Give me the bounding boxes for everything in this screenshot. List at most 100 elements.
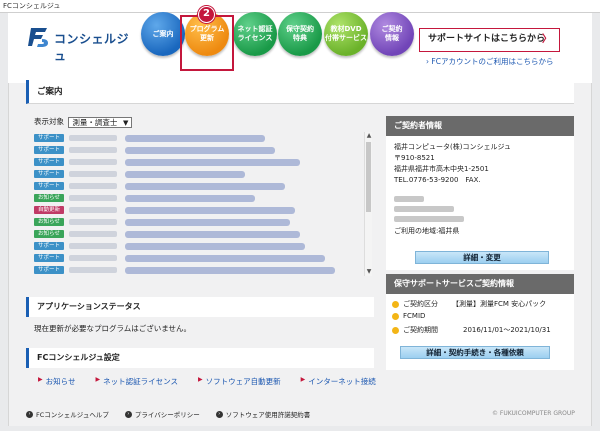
nav-maintenance-benefit-button[interactable]: 保守契約 特典 bbox=[278, 12, 322, 56]
maintenance-label: ご契約期間 bbox=[403, 326, 438, 334]
bullet-icon bbox=[392, 312, 399, 320]
redacted-title bbox=[125, 266, 335, 274]
customer-details: 福井コンピュータ(株)コンシェルジュ 〒910-8521 福井県福井市高木中央1… bbox=[386, 136, 574, 243]
news-tag: サポート bbox=[34, 242, 64, 250]
chevron-right-icon: › bbox=[426, 57, 429, 66]
triangle-right-icon: ▶ bbox=[95, 376, 101, 383]
redacted-date bbox=[69, 207, 117, 213]
redacted-title bbox=[125, 194, 255, 202]
scroll-up-icon[interactable]: ▲ bbox=[365, 132, 373, 140]
customer-zip: 〒910-8521 bbox=[394, 154, 435, 162]
news-tag: サポート bbox=[34, 170, 64, 178]
redacted-date bbox=[69, 267, 117, 273]
nav-contract-info-button[interactable]: ご契約 情報 bbox=[370, 12, 414, 56]
redacted-title bbox=[125, 170, 245, 178]
redacted-date bbox=[69, 147, 117, 153]
news-tag: お知らせ bbox=[34, 230, 64, 238]
redacted-title bbox=[125, 206, 295, 214]
filter-bar: 表示対象 測量・調査士 ▼ bbox=[34, 116, 133, 128]
redacted-title bbox=[125, 134, 265, 142]
customer-change-button[interactable]: 詳細・変更 bbox=[415, 251, 549, 264]
news-scrollbar[interactable]: ▲ ▼ bbox=[364, 132, 372, 276]
news-item[interactable]: サポート bbox=[34, 144, 362, 156]
nav-net-license-button[interactable]: ネット認証 ライセンス bbox=[233, 12, 277, 56]
nav-dvd-service-button[interactable]: 教材DVD 付帯サービス bbox=[324, 12, 368, 56]
news-item[interactable]: サポート bbox=[34, 132, 362, 144]
filter-select-value: 測量・調査士 bbox=[72, 117, 118, 127]
guide-section-title: ご案内 bbox=[26, 80, 574, 104]
customer-company: 福井コンピュータ(株)コンシェルジュ bbox=[394, 143, 511, 151]
bullet-icon bbox=[392, 326, 399, 334]
customer-tel: TEL.0776-53-9200 FAX. bbox=[394, 176, 481, 184]
redacted-date bbox=[69, 135, 117, 141]
triangle-right-icon: ▶ bbox=[300, 376, 306, 383]
redacted-text bbox=[394, 216, 464, 222]
footer-link-label: FCコンシェルジュヘルプ bbox=[36, 411, 109, 419]
news-tag: サポート bbox=[34, 158, 64, 166]
redacted-date bbox=[69, 159, 117, 165]
news-tag: サポート bbox=[34, 182, 64, 190]
redacted-date bbox=[69, 243, 117, 249]
footer-link-label: ソフトウェア使用許諾契約書 bbox=[225, 411, 311, 419]
maintenance-row: FCMID bbox=[392, 312, 425, 320]
news-item[interactable]: お知らせ bbox=[34, 192, 362, 204]
redacted-title bbox=[125, 218, 290, 226]
news-tag: 自動更新 bbox=[34, 206, 64, 214]
highlight-frame bbox=[180, 15, 234, 71]
maintenance-value: 2016/11/01～2021/10/31 bbox=[463, 326, 551, 334]
redacted-text bbox=[394, 196, 424, 202]
app-status-title: アプリケーションステータス bbox=[26, 297, 374, 317]
redacted-date bbox=[69, 171, 117, 177]
news-item[interactable]: サポート bbox=[34, 252, 362, 264]
maintenance-value: 【測量】測量FCM 安心パック bbox=[452, 300, 547, 308]
triangle-right-icon: ▶ bbox=[197, 376, 203, 383]
support-site-button[interactable]: サポートサイトはこちらから 〉 bbox=[419, 28, 560, 52]
logo-text: コンシェルジュ bbox=[54, 32, 130, 63]
news-item[interactable]: 自動更新 bbox=[34, 204, 362, 216]
news-item[interactable]: お知らせ bbox=[34, 216, 362, 228]
step-badge: 2 bbox=[198, 6, 215, 23]
redacted-date bbox=[69, 255, 117, 261]
scroll-thumb[interactable] bbox=[366, 142, 371, 212]
redacted-date bbox=[69, 231, 117, 237]
news-tag: お知らせ bbox=[34, 218, 64, 226]
logo: コンシェルジュ bbox=[28, 25, 138, 63]
filter-select[interactable]: 測量・調査士 ▼ bbox=[68, 116, 133, 128]
scroll-down-icon[interactable]: ▼ bbox=[365, 268, 373, 276]
settings-link-notice[interactable]: お知らせ bbox=[46, 376, 76, 387]
settings-links: ▶ お知らせ ▶ ネット認証ライセンス ▶ ソフトウェア自動更新 ▶ インターネット接続 bbox=[38, 376, 396, 387]
footer-link-label: プライバシーポリシー bbox=[134, 411, 200, 419]
redacted-title bbox=[125, 158, 300, 166]
news-item[interactable]: サポート bbox=[34, 156, 362, 168]
news-item[interactable]: サポート bbox=[34, 264, 362, 276]
footer-link-license[interactable]: › ソフトウェア使用許諾契約書 bbox=[215, 409, 311, 419]
news-item[interactable]: サポート bbox=[34, 168, 362, 180]
footer-link-privacy[interactable]: › プライバシーポリシー bbox=[124, 409, 200, 419]
customer-card-title: ご契約者情報 bbox=[386, 116, 574, 136]
news-item[interactable]: サポート bbox=[34, 240, 362, 252]
fc-account-link[interactable]: › FCアカウントのご利用はこちらから bbox=[426, 56, 553, 67]
nav-guide-button[interactable]: ご案内 bbox=[141, 12, 185, 56]
customer-address: 福井県福井市高木中央1-2501 bbox=[394, 165, 489, 173]
settings-link-auto-update[interactable]: ソフトウェア自動更新 bbox=[206, 376, 281, 387]
redacted-title bbox=[125, 230, 300, 238]
customer-card: ご契約者情報 福井コンピュータ(株)コンシェルジュ 〒910-8521 福井県福… bbox=[386, 116, 574, 270]
settings-link-internet[interactable]: インターネット接続 bbox=[308, 376, 376, 387]
redacted-title bbox=[125, 182, 285, 190]
maintenance-detail-button[interactable]: 詳細・契約手続き・各種依頼 bbox=[400, 346, 550, 359]
news-item[interactable]: お知らせ bbox=[34, 228, 362, 240]
maintenance-label: ご契約区分 bbox=[403, 300, 438, 308]
news-item[interactable]: サポート bbox=[34, 180, 362, 192]
news-tag: お知らせ bbox=[34, 194, 64, 202]
news-tag: サポート bbox=[34, 266, 64, 274]
redacted-title bbox=[125, 254, 325, 262]
redacted-title bbox=[125, 146, 275, 154]
redacted-date bbox=[69, 183, 117, 189]
footer-link-help[interactable]: › FCコンシェルジュヘルプ bbox=[26, 409, 109, 419]
maintenance-label: FCMID bbox=[403, 312, 426, 320]
settings-link-net-license[interactable]: ネット認証ライセンス bbox=[103, 376, 178, 387]
copyright: © FUKUICOMPUTER GROUP bbox=[492, 410, 575, 417]
filter-label: 表示対象 bbox=[34, 117, 64, 126]
maintenance-row: ご契約期間 bbox=[392, 325, 438, 335]
maintenance-card-title: 保守サポートサービスご契約情報 bbox=[386, 274, 574, 294]
